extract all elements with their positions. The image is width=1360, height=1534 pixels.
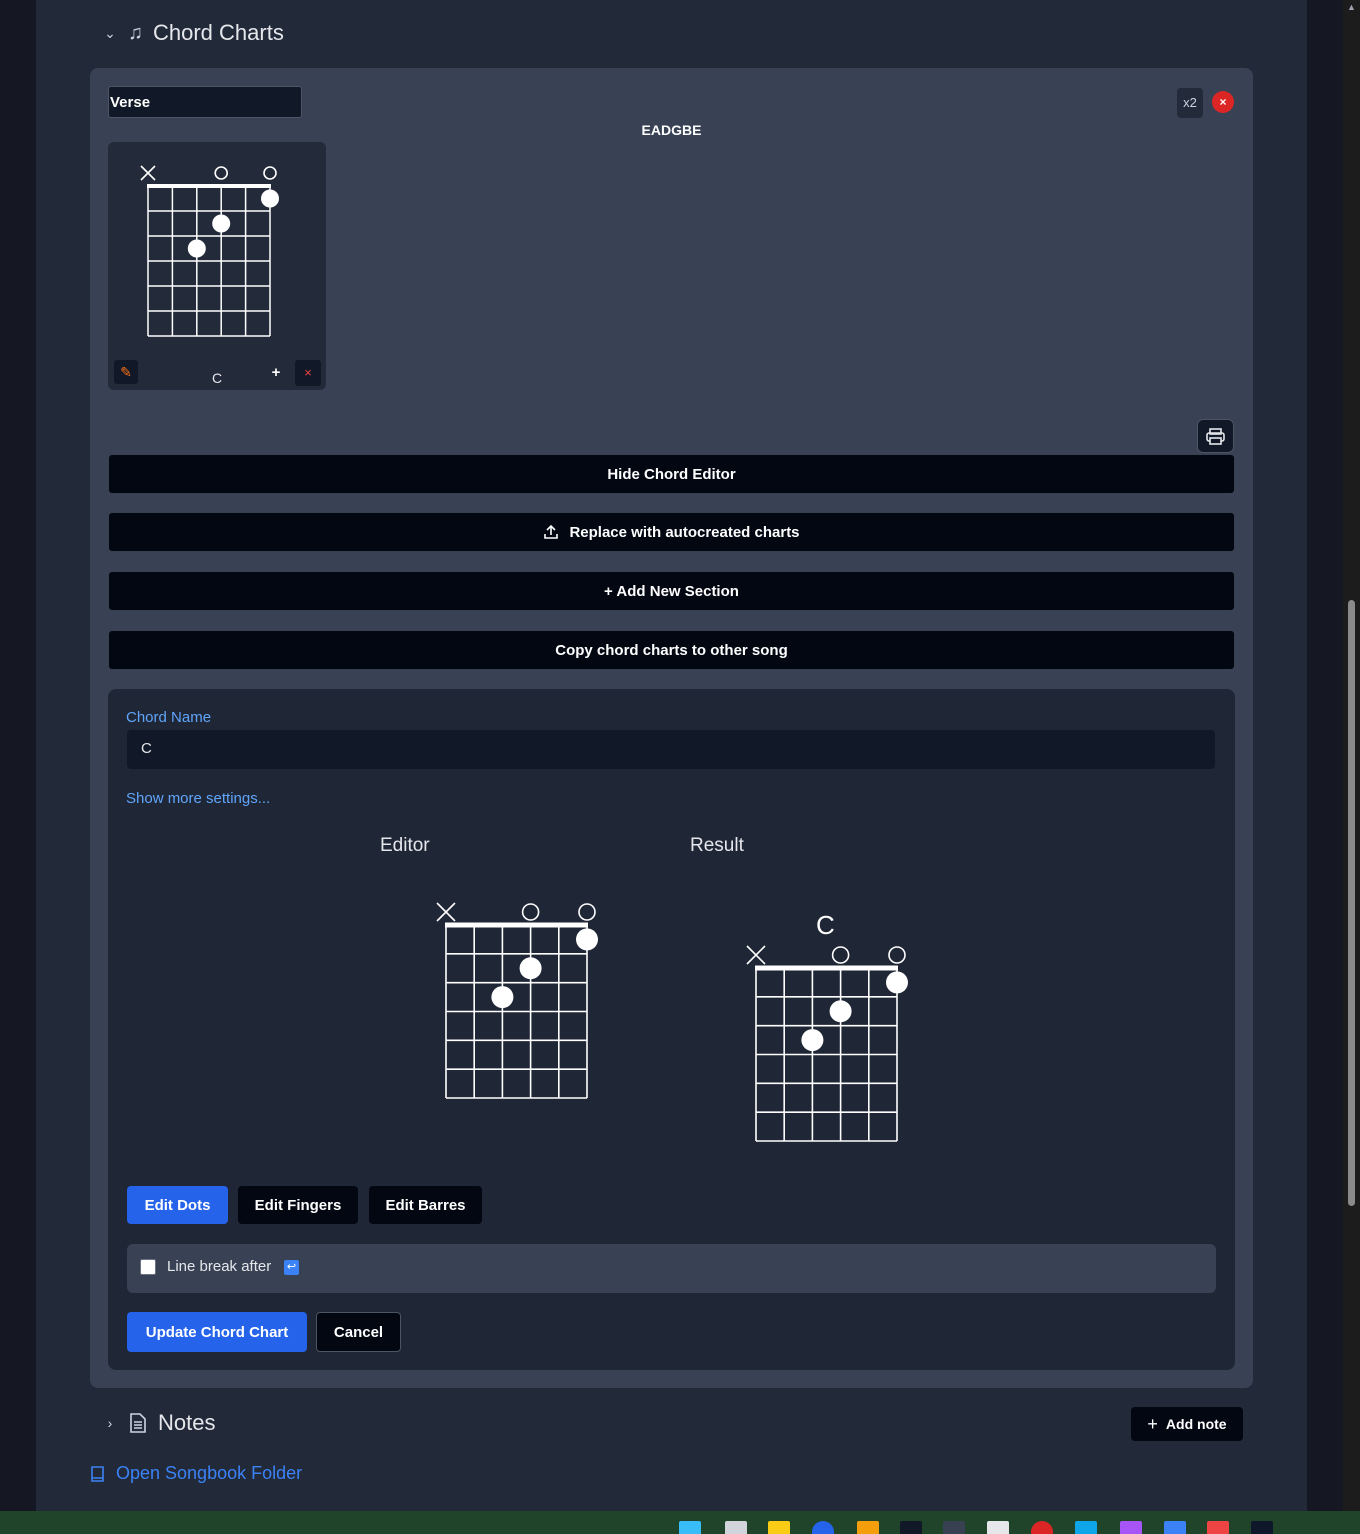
nut xyxy=(445,922,588,928)
obsidian-icon[interactable] xyxy=(1120,1521,1142,1534)
finger-dot xyxy=(801,1029,824,1052)
line-break-label: Line break after xyxy=(167,1258,272,1275)
notepad-icon[interactable] xyxy=(987,1521,1009,1534)
finger-dot xyxy=(187,239,206,258)
finger-dot xyxy=(212,214,231,233)
print-button[interactable] xyxy=(1197,419,1234,453)
chevron-down-icon[interactable]: ⌄ xyxy=(102,25,118,42)
tab-edit-dots[interactable]: Edit Dots xyxy=(127,1186,228,1224)
open-string-marker xyxy=(214,166,228,180)
open-string-marker xyxy=(263,166,277,180)
scroll-thumb[interactable] xyxy=(1348,600,1355,1206)
finger-dot xyxy=(829,1000,852,1023)
opera-icon[interactable] xyxy=(1031,1521,1053,1534)
mini-chord-chart[interactable]: ✎ C + × xyxy=(108,142,326,390)
add-new-section-button[interactable]: + Add New Section xyxy=(108,571,1235,611)
mini-chord-diagram xyxy=(140,165,279,337)
scroll-up-arrow-icon[interactable]: ▲ xyxy=(1347,3,1356,12)
pencil-icon[interactable]: ✎ xyxy=(114,360,138,384)
tab-edit-barres[interactable]: Edit Barres xyxy=(369,1186,482,1224)
hide-chord-editor-label: Hide Chord Editor xyxy=(607,465,736,483)
open-string-marker xyxy=(888,946,906,964)
music-note-icon: ♫ xyxy=(128,21,143,44)
chord-name-input[interactable]: C xyxy=(127,730,1215,769)
tab-edit-fingers[interactable]: Edit Fingers xyxy=(238,1186,358,1224)
command-prompt-icon[interactable] xyxy=(943,1521,965,1534)
section-name-input[interactable] xyxy=(108,86,302,118)
chord-name-label: Chord Name xyxy=(126,709,212,726)
update-chord-chart-button[interactable]: Update Chord Chart xyxy=(127,1312,307,1352)
replace-autocreated-button[interactable]: Replace with autocreated charts xyxy=(108,512,1235,552)
repeat-count-button[interactable]: x2 xyxy=(1177,88,1203,118)
finger-dot xyxy=(491,986,514,1009)
muted-string-marker xyxy=(746,945,766,965)
chevron-right-icon[interactable]: › xyxy=(102,1415,118,1431)
nut xyxy=(147,184,271,188)
open-songbook-folder-link[interactable]: Open Songbook Folder xyxy=(90,1463,302,1484)
profile-icon[interactable] xyxy=(1251,1521,1273,1534)
add-chord-button[interactable]: + xyxy=(268,364,284,381)
vscode-icon[interactable] xyxy=(1075,1521,1097,1534)
mini-chord-name: C xyxy=(212,370,223,386)
section-card: x2 × EADGBE ✎ C + × Hide Chord Editor Re… xyxy=(90,68,1253,1388)
recorder-icon[interactable] xyxy=(1207,1521,1229,1534)
line-break-row: Line break after ↩ xyxy=(127,1244,1216,1293)
scrollbar[interactable]: ▲ xyxy=(1343,0,1360,1511)
return-arrow-icon: ↩ xyxy=(284,1260,299,1275)
add-note-button[interactable]: + Add note xyxy=(1131,1407,1243,1441)
open-string-marker xyxy=(831,946,850,964)
open-string-marker xyxy=(521,903,540,921)
printer-icon xyxy=(1206,428,1225,445)
nut xyxy=(755,965,898,971)
muted-string-marker xyxy=(140,165,156,181)
upload-icon xyxy=(544,524,559,539)
chord-charts-header[interactable]: ⌄ ♫ Chord Charts xyxy=(102,20,284,46)
chord-charts-title: Chord Charts xyxy=(153,20,284,45)
mini-fretboard-grid xyxy=(140,165,279,337)
document-icon xyxy=(130,1413,146,1433)
copy-chord-charts-label: Copy chord charts to other song xyxy=(555,641,788,659)
left-gutter xyxy=(0,0,36,1511)
line-break-checkbox[interactable] xyxy=(140,1259,156,1275)
notes-header[interactable]: › Notes xyxy=(102,1410,216,1436)
show-more-settings-link[interactable]: Show more settings... xyxy=(126,790,270,807)
replace-autocreated-label: Replace with autocreated charts xyxy=(569,523,800,541)
hide-chord-editor-button[interactable]: Hide Chord Editor xyxy=(108,454,1235,494)
result-title: Result xyxy=(690,835,744,856)
result-chord-diagram xyxy=(746,945,908,1142)
editor-chord-diagram[interactable] xyxy=(428,889,608,1109)
remove-section-button[interactable]: × xyxy=(1212,91,1234,113)
muted-string-marker xyxy=(436,902,456,922)
task-view-icon[interactable] xyxy=(725,1521,747,1534)
finger-dot xyxy=(886,971,908,994)
windows-start-icon[interactable] xyxy=(679,1521,701,1534)
browser-icon[interactable] xyxy=(812,1521,834,1534)
chord-editor-panel: Chord Name C Show more settings... Edito… xyxy=(108,689,1235,1370)
add-note-label: Add note xyxy=(1165,1416,1227,1432)
terminal-icon[interactable] xyxy=(900,1521,922,1534)
book-icon xyxy=(91,1465,104,1482)
open-string-marker xyxy=(578,903,596,921)
taskbar xyxy=(0,1511,1360,1534)
tuning-label: EADGBE xyxy=(641,122,702,138)
file-explorer-icon[interactable] xyxy=(768,1521,790,1534)
result-fretboard-grid xyxy=(746,945,908,1142)
right-gutter xyxy=(1307,0,1343,1511)
editor-title: Editor xyxy=(380,835,430,856)
copy-chord-charts-button[interactable]: Copy chord charts to other song xyxy=(108,630,1235,670)
open-songbook-folder-label: Open Songbook Folder xyxy=(116,1463,303,1483)
delete-chord-button[interactable]: × xyxy=(295,360,321,386)
finger-dot xyxy=(576,928,598,951)
finger-dot xyxy=(519,957,542,980)
app-icon[interactable] xyxy=(1164,1521,1186,1534)
cancel-button[interactable]: Cancel xyxy=(316,1312,401,1352)
finger-dot xyxy=(261,189,279,208)
chrome-icon[interactable] xyxy=(857,1521,879,1534)
notes-title: Notes xyxy=(158,1410,216,1435)
add-new-section-label: + Add New Section xyxy=(604,582,739,600)
editor-fretboard-grid[interactable] xyxy=(436,902,598,1099)
plus-icon: + xyxy=(1147,1413,1158,1434)
